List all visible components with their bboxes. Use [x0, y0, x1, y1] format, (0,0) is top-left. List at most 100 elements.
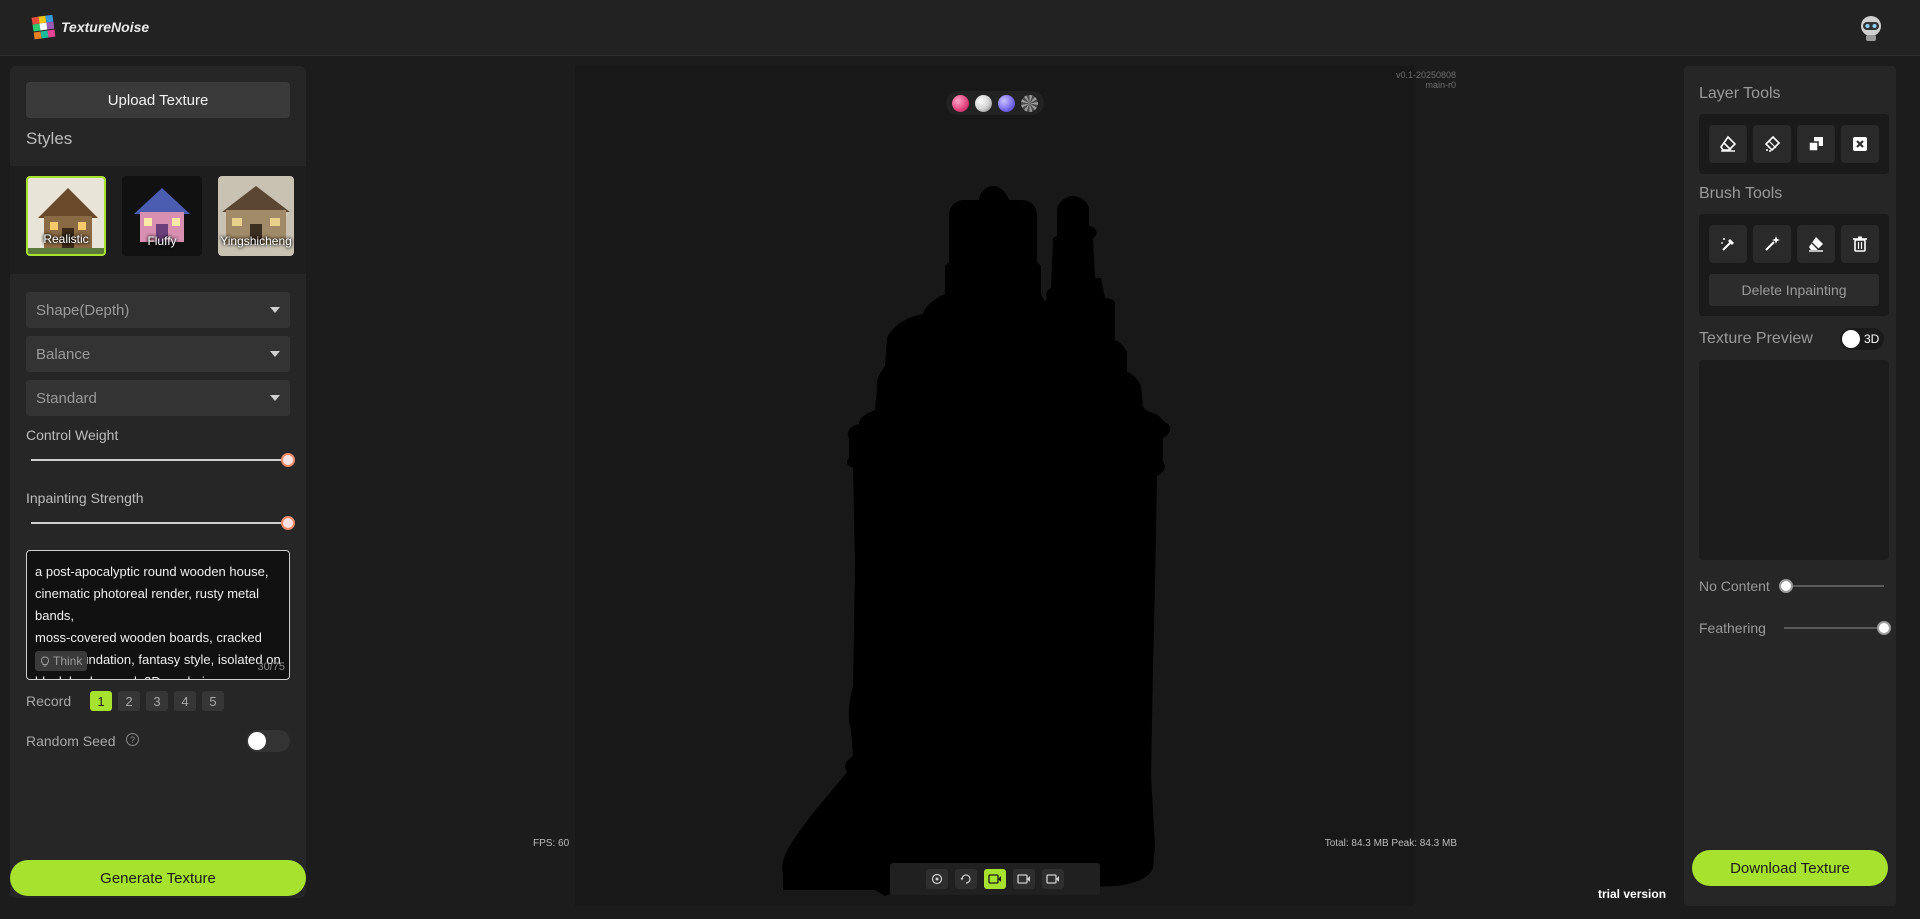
layer-tools-title: Layer Tools [1699, 85, 1781, 102]
feathering-label: Feathering [1699, 620, 1766, 636]
random-seed-toggle[interactable] [246, 730, 290, 752]
brush-erase-button[interactable] [1797, 225, 1835, 263]
app-logo[interactable]: TextureNoise [31, 14, 150, 40]
rotate-button[interactable] [955, 869, 977, 889]
magic-brush-icon [1721, 238, 1734, 251]
inpainting-strength-slider[interactable] [31, 516, 295, 530]
help-icon[interactable]: ? [126, 733, 139, 746]
record-option-5[interactable]: 5 [202, 691, 224, 711]
slider-thumb[interactable] [1779, 579, 1793, 593]
eraser-icon [1809, 237, 1823, 252]
texture-preview-title: Texture Preview [1699, 330, 1813, 347]
rotate-icon [960, 874, 971, 884]
chevron-down-icon [270, 307, 280, 313]
layer-clear-button[interactable] [1841, 125, 1879, 163]
brush-sparkle-button[interactable] [1753, 225, 1791, 263]
material-wireframe-sphere-icon[interactable] [1021, 94, 1038, 112]
think-label: Think [53, 654, 83, 668]
texture-preview-area [1699, 360, 1889, 560]
character-counter: 30/75 [257, 661, 285, 673]
brush-tools-box: Delete Inpainting [1699, 214, 1889, 316]
camera-reset-button[interactable] [926, 869, 948, 889]
record-option-3[interactable]: 3 [146, 691, 168, 711]
random-seed-row: Random Seed ? [26, 730, 290, 752]
style-card-realistic[interactable]: Realistic [26, 176, 106, 256]
chevron-down-icon [270, 351, 280, 357]
record-label: Record [26, 693, 72, 709]
select-value: Standard [36, 389, 97, 407]
feathering-slider-row: Feathering [1699, 618, 1894, 638]
think-button[interactable]: Think [35, 651, 88, 671]
fps-counter: FPS: 60 [533, 838, 570, 849]
slider-track [31, 522, 289, 524]
download-texture-button[interactable]: Download Texture [1692, 850, 1888, 886]
styles-strip: Realistic Fluffy Yingshicheng [10, 166, 306, 274]
layer-erase-button[interactable] [1709, 125, 1747, 163]
chevron-down-icon [270, 395, 280, 401]
3d-toggle[interactable]: 3D [1840, 328, 1884, 350]
viewport-toolbar [890, 863, 1100, 895]
layer-duplicate-button[interactable] [1797, 125, 1835, 163]
control-weight-label: Control Weight [26, 427, 119, 443]
style-card-fluffy[interactable]: Fluffy [122, 176, 202, 256]
user-avatar[interactable] [1858, 14, 1884, 42]
side-view-button[interactable] [1013, 869, 1035, 889]
brush-delete-button[interactable] [1841, 225, 1879, 263]
material-selector [946, 91, 1044, 115]
focus-icon [931, 873, 943, 885]
style-label: Yingshicheng [220, 234, 292, 248]
record-row: Record 1 2 3 4 5 [26, 690, 230, 712]
right-panel: Layer Tools Brush Tools Delete Inpaintin… [1684, 66, 1896, 906]
styles-title: Styles [26, 129, 73, 148]
front-view-button[interactable] [984, 869, 1006, 889]
layer-tools-box [1699, 114, 1889, 174]
material-chrome-sphere-icon[interactable] [975, 94, 992, 112]
mode-select[interactable]: Balance [26, 336, 290, 372]
slider-thumb[interactable] [281, 516, 295, 530]
soft-eraser-icon [1764, 135, 1781, 152]
delete-inpainting-button[interactable]: Delete Inpainting [1709, 274, 1879, 306]
house-silhouette-model [782, 186, 1171, 896]
toggle-knob [248, 732, 266, 750]
no-content-label: No Content [1699, 578, 1770, 594]
inpainting-strength-label: Inpainting Strength [26, 490, 144, 506]
control-weight-slider[interactable] [31, 453, 295, 467]
video-camera-front-icon [988, 874, 1001, 884]
duplicate-icon [1808, 137, 1823, 152]
slider-track [31, 459, 289, 461]
style-label: Fluffy [147, 234, 177, 248]
slider-thumb[interactable] [1877, 621, 1891, 635]
select-value: Shape(Depth) [36, 301, 130, 319]
material-pink-sphere-icon[interactable] [952, 94, 969, 112]
layer-soft-erase-button[interactable] [1753, 125, 1791, 163]
brush-paint-button[interactable] [1709, 225, 1747, 263]
quality-select[interactable]: Standard [26, 380, 290, 416]
material-purple-sphere-icon[interactable] [998, 94, 1015, 112]
slider-thumb[interactable] [281, 453, 295, 467]
video-camera-back-icon [1046, 874, 1059, 884]
memory-stats: Total: 84.3 MB Peak: 84.3 MB [1324, 838, 1457, 849]
no-content-slider-row: No Content [1699, 576, 1894, 596]
3d-toggle-label: 3D [1864, 332, 1880, 346]
upload-texture-button[interactable]: Upload Texture [26, 82, 290, 118]
trial-version-badge: trial version [1598, 887, 1667, 901]
slider-track[interactable] [1784, 627, 1884, 629]
3d-viewport[interactable] [575, 66, 1414, 906]
style-card-yingshicheng[interactable]: Yingshicheng [218, 176, 294, 256]
select-value: Balance [36, 345, 91, 363]
sparkle-brush-icon [1765, 236, 1780, 251]
prompt-textarea[interactable]: a post-apocalyptic round wooden house, c… [26, 550, 290, 680]
slider-track[interactable] [1784, 585, 1884, 587]
logo-icon [31, 14, 57, 40]
close-box-icon [1853, 137, 1867, 151]
generate-texture-button[interactable]: Generate Texture [10, 860, 306, 896]
robot-avatar-icon [1861, 16, 1881, 41]
back-view-button[interactable] [1042, 869, 1064, 889]
record-option-2[interactable]: 2 [118, 691, 140, 711]
left-panel: Upload Texture Styles Realistic Fluffy Y… [10, 66, 306, 898]
style-label: Realistic [43, 232, 89, 246]
control-type-select[interactable]: Shape(Depth) [26, 292, 290, 328]
app-name: TextureNoise [61, 19, 150, 35]
record-option-4[interactable]: 4 [174, 691, 196, 711]
record-option-1[interactable]: 1 [90, 691, 112, 711]
